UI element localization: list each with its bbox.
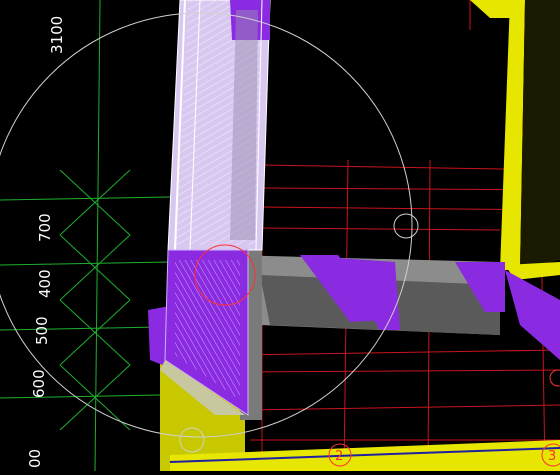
slab-top-right[interactable]: [470, 0, 510, 18]
grid-axis-label: 2: [335, 449, 343, 464]
auxiliary-grid: [0, 0, 171, 472]
dimension-labels: 3100 700 400 500 600 00: [26, 16, 66, 468]
model-canvas[interactable]: 3100 700 400 500 600 00 2 3: [0, 0, 560, 472]
dimension-label: 00: [26, 449, 44, 468]
cad-3d-viewport[interactable]: 3100 700 400 500 600 00 2 3: [0, 0, 560, 472]
dimension-label: 500: [33, 316, 51, 345]
grid-axis-bubble: [549, 369, 560, 387]
dimension-label: 700: [36, 213, 54, 242]
dimension-label: 3100: [48, 16, 66, 54]
grid-axis-label: 3: [548, 449, 556, 464]
snap-point-marker[interactable]: [393, 213, 419, 239]
dimension-label: 400: [36, 269, 54, 298]
dimension-label: 600: [30, 369, 48, 398]
